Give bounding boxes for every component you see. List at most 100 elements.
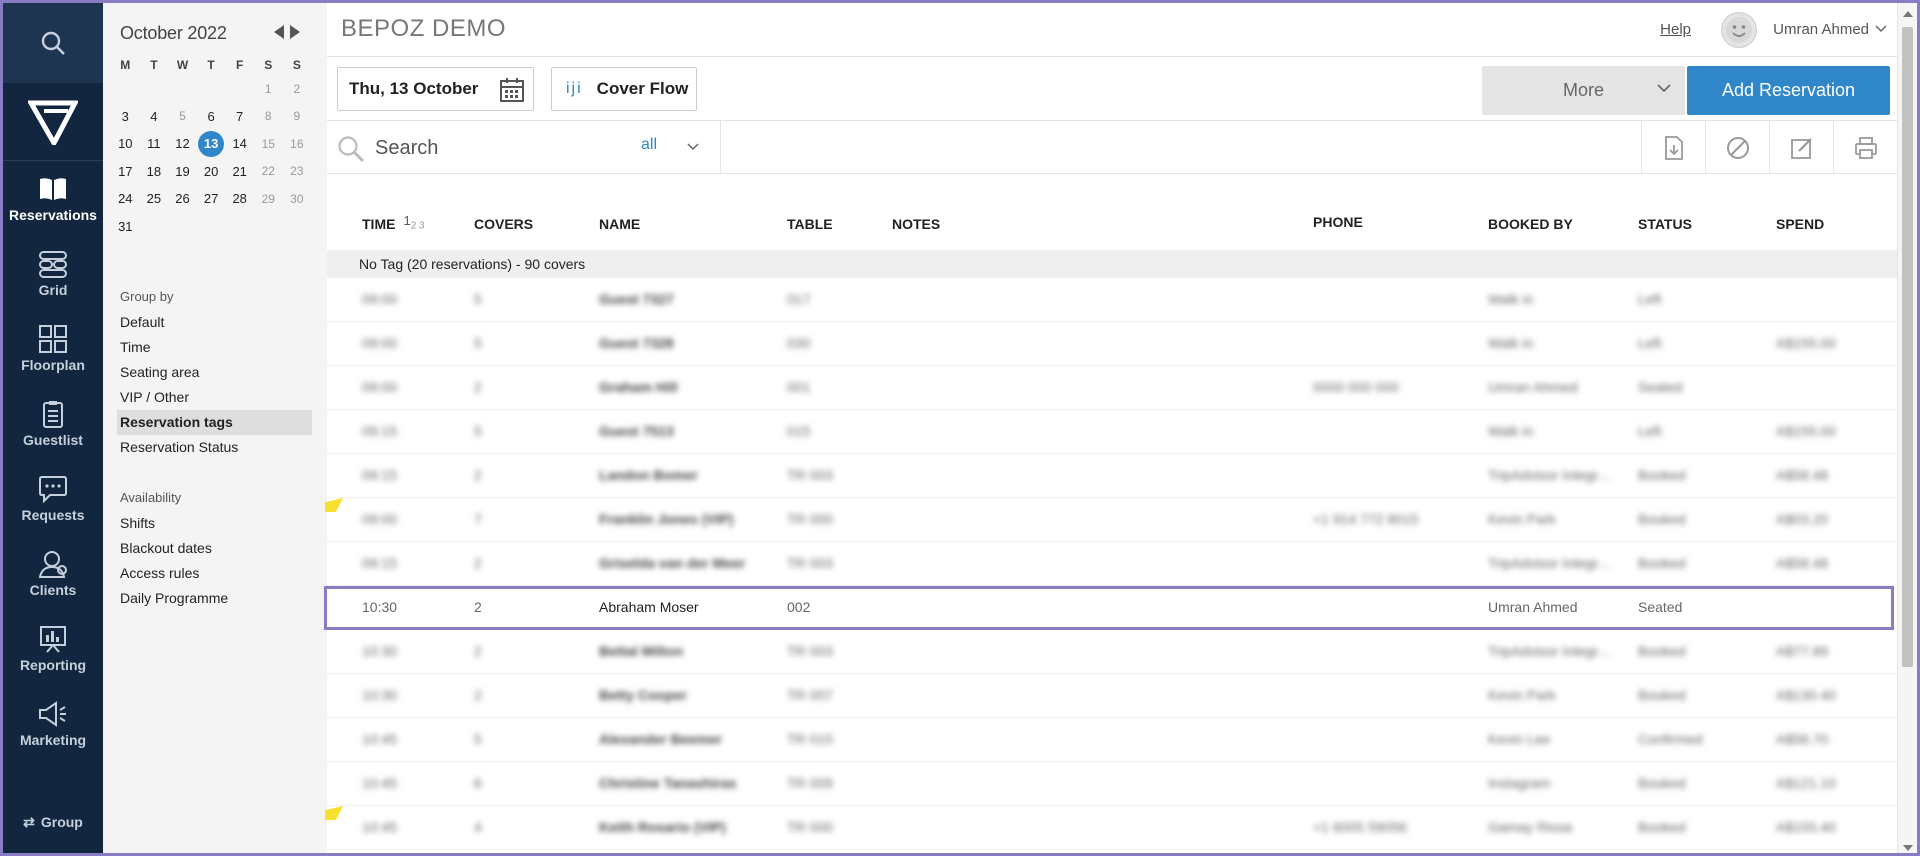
- date-picker[interactable]: Thu, 13 October: [337, 67, 534, 111]
- calendar-day[interactable]: 16: [283, 130, 312, 158]
- cancel-button[interactable]: [1705, 121, 1769, 174]
- nav-item-reporting[interactable]: Reporting: [3, 611, 103, 686]
- col-time[interactable]: TIME 12 3: [362, 213, 425, 236]
- chevron-down-icon[interactable]: [687, 143, 699, 151]
- calendar-day[interactable]: 30: [283, 185, 312, 213]
- calendar-day[interactable]: 21: [225, 158, 254, 186]
- calendar-day[interactable]: 4: [140, 103, 169, 131]
- nav-item-grid[interactable]: Grid: [3, 236, 103, 311]
- table-row-selected[interactable]: 10:30 2 Abraham Moser 002 Umran Ahmed Seated: [324, 586, 1894, 630]
- search-filter-select[interactable]: all: [641, 136, 657, 154]
- calendar-day[interactable]: 11: [140, 130, 169, 158]
- sort-icon[interactable]: 12 3: [403, 213, 424, 232]
- add-reservation-button[interactable]: Add Reservation: [1687, 66, 1890, 115]
- col-booked-by[interactable]: BOOKED BY: [1488, 216, 1573, 232]
- calendar-day[interactable]: 1: [254, 75, 283, 103]
- nav-item-floorplan[interactable]: Floorplan: [3, 311, 103, 386]
- col-table[interactable]: TABLE: [787, 216, 833, 232]
- scroll-down-icon[interactable]: [1903, 845, 1913, 851]
- nav-item-clients[interactable]: Clients: [3, 536, 103, 611]
- calendar-day[interactable]: 31: [111, 213, 140, 241]
- group-by-item[interactable]: VIP / Other: [120, 385, 312, 410]
- calendar-day[interactable]: 9: [283, 103, 312, 131]
- availability-item[interactable]: Daily Programme: [120, 586, 228, 611]
- table-row[interactable]: 09:15 2 Griselda van der Meer TR 003 TripAdv…: [327, 542, 1897, 586]
- app-logo[interactable]: [3, 83, 103, 161]
- availability-item[interactable]: Access rules: [120, 561, 228, 586]
- table-row[interactable]: 10:30 2 Betty Cooper TR 007 Kevin Park Booked…: [327, 674, 1897, 718]
- user-avatar[interactable]: [1721, 12, 1757, 48]
- group-by-item[interactable]: Reservation Status: [120, 435, 312, 460]
- availability-section: Availability Shifts Blackout dates Access …: [120, 490, 228, 611]
- calendar-day[interactable]: 3: [111, 103, 140, 131]
- next-month-icon[interactable]: [290, 25, 300, 39]
- calendar-day[interactable]: 25: [140, 185, 169, 213]
- page-scrollbar[interactable]: [1897, 3, 1917, 853]
- user-name[interactable]: Umran Ahmed: [1773, 21, 1869, 38]
- calendar-day[interactable]: 6: [197, 103, 226, 131]
- scrollbar-thumb[interactable]: [1902, 27, 1913, 667]
- nav-item-marketing[interactable]: Marketing: [3, 686, 103, 761]
- table-row[interactable]: 10:45 6 Christine Tanashiras TR 009 Instagra…: [327, 762, 1897, 806]
- calendar-day[interactable]: 15: [254, 130, 283, 158]
- calendar-day[interactable]: 17: [111, 158, 140, 186]
- calendar-day[interactable]: 12: [168, 130, 197, 158]
- availability-item[interactable]: Shifts: [120, 511, 228, 536]
- table-row[interactable]: 09:15 5 Guest 7513 015 Walk in Left A$155.00: [327, 410, 1897, 454]
- print-button[interactable]: [1833, 121, 1897, 174]
- calendar-day[interactable]: 22: [254, 158, 283, 186]
- calendar-day[interactable]: 13: [197, 130, 226, 158]
- nav-item-guestlist[interactable]: Guestlist: [3, 386, 103, 461]
- calendar-empty-cell: [168, 75, 197, 103]
- edit-button[interactable]: [1769, 121, 1833, 174]
- group-by-item[interactable]: Time: [120, 335, 312, 360]
- calendar-day[interactable]: 24: [111, 185, 140, 213]
- availability-item[interactable]: Blackout dates: [120, 536, 228, 561]
- calendar-day[interactable]: 26: [168, 185, 197, 213]
- calendar-day[interactable]: 5: [168, 103, 197, 131]
- calendar-day[interactable]: 29: [254, 185, 283, 213]
- calendar-day[interactable]: 2: [283, 75, 312, 103]
- nav-item-requests[interactable]: Requests: [3, 461, 103, 536]
- export-button[interactable]: [1641, 121, 1705, 174]
- table-row[interactable]: 09:00 5 Guest 7327 017 Walk in Left: [327, 278, 1897, 322]
- calendar-day[interactable]: 23: [283, 158, 312, 186]
- table-row[interactable]: 09:00 5 Guest 7328 030 Walk in Left A$155.00: [327, 322, 1897, 366]
- prev-month-icon[interactable]: [274, 25, 284, 39]
- table-row[interactable]: 10:30 2 Bettal Milton TR 003 TripAdvisor Int…: [327, 630, 1897, 674]
- calendar-day[interactable]: 20: [197, 158, 226, 186]
- nav-group-button[interactable]: ⇄ Group: [3, 814, 103, 831]
- more-dropdown[interactable]: More: [1482, 66, 1685, 115]
- calendar-day[interactable]: 8: [254, 103, 283, 131]
- col-spend[interactable]: SPEND: [1776, 216, 1824, 232]
- group-by-item[interactable]: Reservation tags: [117, 410, 312, 435]
- calendar-icon: [500, 78, 524, 102]
- calendar-day[interactable]: 7: [225, 103, 254, 131]
- col-covers[interactable]: COVERS: [474, 216, 533, 232]
- group-by-item[interactable]: Seating area: [120, 360, 312, 385]
- table-row[interactable]: 09:00 7 Franklin Jones (VIP) TR 000 +1 914 7…: [325, 498, 1897, 542]
- search-input[interactable]: [375, 133, 595, 163]
- row-covers: 2: [474, 643, 482, 659]
- col-status[interactable]: STATUS: [1638, 216, 1692, 232]
- nav-item-reservations[interactable]: Reservations: [3, 161, 103, 236]
- calendar-day[interactable]: 19: [168, 158, 197, 186]
- table-row[interactable]: 10:45 4 Keith Rosario (VIP) TR 000 +1 6005 5…: [325, 806, 1897, 850]
- table-row[interactable]: 10:45 5 Alexander Beemer TR 015 Kevin Lee Con…: [327, 718, 1897, 762]
- calendar-day[interactable]: 14: [225, 130, 254, 158]
- nav-search-button[interactable]: [3, 3, 103, 83]
- calendar-day[interactable]: 28: [225, 185, 254, 213]
- scroll-up-icon[interactable]: [1903, 11, 1913, 17]
- calendar-day[interactable]: 18: [140, 158, 169, 186]
- calendar-day[interactable]: 10: [111, 130, 140, 158]
- row-time: 10:45: [362, 731, 398, 747]
- table-row[interactable]: 09:00 2 Graham Hill 001 0000 000 000 Umran Ah…: [327, 366, 1897, 410]
- chevron-down-icon[interactable]: [1875, 25, 1887, 33]
- cover-flow-button[interactable]: iji Cover Flow: [551, 67, 697, 111]
- row-status: Booked: [1638, 467, 1686, 483]
- col-name[interactable]: NAME: [599, 216, 640, 232]
- help-link[interactable]: Help: [1660, 21, 1691, 38]
- table-row[interactable]: 09:15 2 Landon Bomer TR 003 TripAdvisor Inte…: [327, 454, 1897, 498]
- group-by-item[interactable]: Default: [120, 310, 312, 335]
- calendar-day[interactable]: 27: [197, 185, 226, 213]
